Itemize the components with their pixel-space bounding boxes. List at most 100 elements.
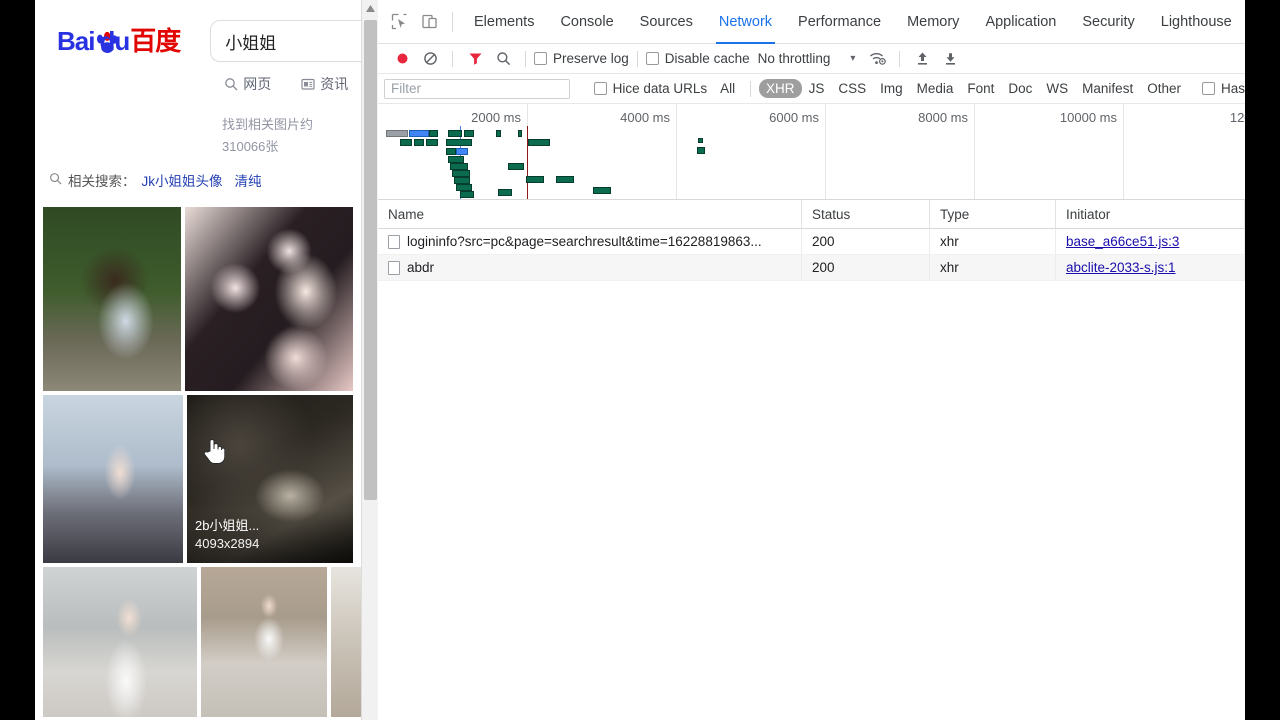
filter-type-other[interactable]: Other: [1140, 79, 1188, 98]
related-search-link-1[interactable]: Jk小姐姐头像: [142, 170, 223, 190]
image-overlay: 2b小姐姐... 4093x2894: [187, 511, 353, 563]
tab-sources[interactable]: Sources: [627, 0, 706, 44]
overview-tick: [1123, 104, 1124, 199]
filter-input[interactable]: Filter: [384, 78, 570, 99]
tab-memory[interactable]: Memory: [894, 0, 972, 44]
overview-request-bar: [456, 184, 472, 191]
filter-type-doc[interactable]: Doc: [1001, 79, 1039, 98]
scrollbar-thumb[interactable]: [364, 20, 377, 500]
chevron-down-icon: ▾: [850, 53, 856, 64]
network-overview-timeline[interactable]: 2000 ms 4000 ms 6000 ms 8000 ms 10000 ms…: [378, 104, 1245, 200]
import-har-icon[interactable]: [908, 46, 936, 72]
request-type: xhr: [930, 254, 1056, 281]
clear-icon[interactable]: [416, 46, 444, 72]
image-result-tile[interactable]: [43, 567, 197, 717]
tab-console[interactable]: Console: [547, 0, 626, 44]
request-name-cell[interactable]: logininfo?src=pc&page=searchresult&time=…: [378, 228, 802, 255]
tab-label-news: 资讯: [320, 76, 349, 92]
left-black-gutter: [0, 0, 35, 720]
filter-type-font[interactable]: Font: [960, 79, 1001, 98]
overview-tick: [974, 104, 975, 199]
request-name-cell[interactable]: abdr: [378, 254, 802, 281]
request-initiator-link[interactable]: base_a66ce51.js:3: [1066, 234, 1179, 249]
overview-request-bar: [448, 156, 464, 163]
tab-label-webpage: 网页: [243, 76, 272, 92]
related-searches: 相关搜索： Jk小姐姐头像 清纯: [49, 170, 378, 190]
baidu-scrollbar[interactable]: [361, 0, 378, 720]
throttling-dropdown[interactable]: No throttling ▾: [758, 51, 856, 66]
toolbar-divider: [636, 50, 638, 67]
overview-tick: [676, 104, 677, 199]
sidebar-item-webpage[interactable]: 网页: [224, 74, 271, 94]
filter-type-media[interactable]: Media: [910, 79, 961, 98]
hide-data-urls-checkbox[interactable]: Hice data URLs: [593, 81, 707, 96]
document-icon: [388, 234, 400, 249]
column-header-initiator[interactable]: Initiator: [1056, 199, 1245, 229]
table-row[interactable]: logininfo?src=pc&page=searchresult&time=…: [378, 228, 1245, 255]
filter-type-manifest[interactable]: Manifest: [1075, 79, 1140, 98]
devtools-tabbar: Elements Console Sources Network Perform…: [378, 0, 1245, 44]
overview-request-bar: [429, 130, 438, 137]
request-type: xhr: [930, 228, 1056, 255]
request-initiator-link[interactable]: abclite-2033-s.js:1: [1066, 260, 1176, 275]
column-header-name[interactable]: Name: [378, 199, 802, 229]
column-header-status[interactable]: Status: [802, 199, 930, 229]
has-blocked-cookies-label: Has: [1220, 81, 1245, 96]
search-input[interactable]: 小姐姐: [210, 20, 378, 62]
result-count-line1: 找到相关图片约: [222, 117, 314, 132]
tab-elements[interactable]: Elements: [461, 0, 547, 44]
export-har-icon[interactable]: [936, 46, 964, 72]
filter-type-xhr[interactable]: XHR: [759, 79, 802, 98]
preserve-log-checkbox[interactable]: Preserve log: [534, 51, 629, 66]
device-toolbar-icon[interactable]: [414, 7, 444, 37]
has-blocked-cookies-checkbox[interactable]: Has: [1201, 81, 1245, 96]
document-icon: [388, 260, 400, 275]
filter-type-css[interactable]: CSS: [831, 79, 873, 98]
wifi-settings-icon[interactable]: [863, 46, 891, 72]
table-header-row: Name Status Type Initiator: [378, 199, 1245, 229]
request-initiator-cell: base_a66ce51.js:3: [1056, 228, 1245, 255]
inspect-element-icon[interactable]: [384, 7, 414, 37]
tab-lighthouse[interactable]: Lighthouse: [1148, 0, 1245, 44]
image-result-tile[interactable]: [185, 207, 353, 391]
filter-type-ws[interactable]: WS: [1039, 79, 1075, 98]
disable-cache-checkbox[interactable]: Disable cache: [645, 51, 750, 66]
baidu-logo[interactable]: Bai du百度: [57, 28, 200, 54]
filter-type-js[interactable]: JS: [802, 79, 832, 98]
column-header-type[interactable]: Type: [930, 199, 1056, 229]
scroll-up-arrow-icon[interactable]: [362, 0, 378, 17]
image-result-tile[interactable]: [43, 207, 181, 391]
tab-security[interactable]: Security: [1069, 0, 1147, 44]
image-result-tile[interactable]: 2b小姐姐... 4093x2894: [187, 395, 353, 563]
filter-type-img[interactable]: Img: [873, 79, 910, 98]
tab-network[interactable]: Network: [706, 0, 785, 44]
record-icon[interactable]: [388, 46, 416, 72]
result-count: 找到相关图片约 310066张: [222, 114, 362, 158]
overview-request-bar: [556, 176, 574, 183]
image-result-tile[interactable]: [201, 567, 327, 717]
image-overlay-title: 2b小姐姐...: [195, 518, 260, 533]
filter-icon[interactable]: [461, 46, 489, 72]
table-row[interactable]: abdr 200 xhr abclite-2033-s.js:1: [378, 254, 1245, 281]
network-toolbar: Preserve log Disable cache No throttling…: [378, 44, 1245, 74]
overview-request-bar: [426, 139, 438, 146]
right-black-gutter: [1245, 0, 1280, 720]
sidebar-item-news[interactable]: 资讯: [301, 74, 348, 94]
overview-tick-label: 2000 ms: [471, 110, 521, 125]
overview-request-bar: [464, 130, 474, 137]
devtools-panel: Elements Console Sources Network Perform…: [378, 0, 1245, 720]
related-search-link-2[interactable]: 清纯: [235, 170, 262, 190]
news-icon: [301, 77, 315, 91]
overview-request-bar: [448, 130, 462, 137]
related-searches-label: 相关搜索：: [68, 174, 136, 189]
request-status: 200: [802, 228, 930, 255]
screen: Bai du百度 小姐姐 网页 资讯 找到相关图片约 310066张 相关搜索：…: [0, 0, 1280, 720]
image-result-tile[interactable]: [43, 395, 183, 563]
overview-request-bar: [508, 163, 524, 170]
baidu-search-area: 小姐姐 网页 资讯: [210, 20, 378, 94]
search-icon[interactable]: [489, 46, 517, 72]
tab-performance[interactable]: Performance: [785, 0, 894, 44]
request-status: 200: [802, 254, 930, 281]
filter-type-all[interactable]: All: [713, 79, 742, 98]
tab-application[interactable]: Application: [972, 0, 1069, 44]
